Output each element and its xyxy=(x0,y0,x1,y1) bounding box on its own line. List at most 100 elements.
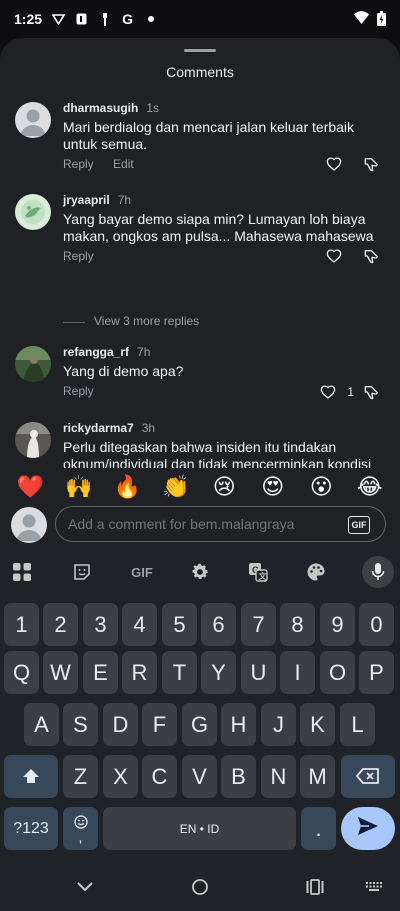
key-c[interactable]: C xyxy=(142,755,177,798)
emoji-wow-button[interactable]: 😮 xyxy=(305,474,337,500)
theme-palette-icon[interactable] xyxy=(302,558,330,586)
view-more-replies-button[interactable]: View 3 more replies xyxy=(94,314,199,328)
key-1[interactable]: 1 xyxy=(4,603,39,646)
key-0[interactable]: 0 xyxy=(359,603,394,646)
comments-sheet: Comments dharmasugih 1s Mari berdialog da… xyxy=(0,38,400,550)
avatar[interactable] xyxy=(15,346,51,382)
emoji-key[interactable]: , xyxy=(63,807,98,850)
like-heart-icon[interactable] xyxy=(326,156,342,172)
emoji-raised-hands-button[interactable]: 🙌 xyxy=(63,474,95,500)
key-l[interactable]: L xyxy=(340,703,375,746)
like-heart-icon[interactable] xyxy=(320,384,336,400)
comment-username[interactable]: refangga_rf xyxy=(63,345,129,359)
dislike-icon[interactable] xyxy=(364,384,380,400)
keyboard-toolbar: GIF G文 xyxy=(0,550,400,594)
period-key[interactable]: . xyxy=(301,807,336,850)
shift-key[interactable] xyxy=(4,755,58,798)
key-n[interactable]: N xyxy=(261,755,296,798)
comment-item: refangga_rf 7h Yang di demo apa? Reply 1 xyxy=(0,345,400,410)
keyboard-switcher-icon[interactable] xyxy=(363,876,385,898)
comment-age: 7h xyxy=(137,345,151,359)
like-count: 1 xyxy=(347,385,354,399)
reply-button[interactable]: Reply xyxy=(63,384,94,398)
key-5[interactable]: 5 xyxy=(162,603,197,646)
emoji-heart-eyes-button[interactable]: 😍 xyxy=(257,474,289,500)
key-q[interactable]: Q xyxy=(4,651,39,694)
emoji-clap-button[interactable]: 👏 xyxy=(160,474,192,500)
key-w[interactable]: W xyxy=(43,651,78,694)
like-heart-icon[interactable] xyxy=(326,248,342,264)
emoji-heart-button[interactable]: ❤️ xyxy=(14,474,46,500)
key-b[interactable]: B xyxy=(221,755,256,798)
key-j[interactable]: J xyxy=(261,703,296,746)
key-z[interactable]: Z xyxy=(63,755,98,798)
gif-button[interactable]: GIF xyxy=(348,516,370,534)
key-a[interactable]: A xyxy=(24,703,59,746)
space-key[interactable]: EN • ID xyxy=(103,807,296,850)
comment-input[interactable] xyxy=(55,506,386,542)
translate-icon[interactable]: G文 xyxy=(244,558,272,586)
emoji-fire-button[interactable]: 🔥 xyxy=(111,474,143,500)
key-v[interactable]: V xyxy=(182,755,217,798)
key-y[interactable]: Y xyxy=(201,651,236,694)
apps-grid-icon[interactable] xyxy=(8,558,36,586)
comment-username[interactable]: dharmasugih xyxy=(63,101,138,115)
voice-input-mic-icon[interactable] xyxy=(362,556,394,588)
vpn-icon xyxy=(52,13,66,26)
keyboard: GIF G文 1 2 3 4 5 6 7 8 9 0 Q W E R T Y U… xyxy=(0,550,400,861)
backspace-key[interactable] xyxy=(341,755,395,798)
settings-gear-icon[interactable] xyxy=(186,558,214,586)
comma-glyph: , xyxy=(78,829,83,845)
sheet-drag-handle[interactable] xyxy=(184,49,216,52)
reply-button[interactable]: Reply xyxy=(63,249,94,263)
key-8[interactable]: 8 xyxy=(280,603,315,646)
key-7[interactable]: 7 xyxy=(241,603,276,646)
key-m[interactable]: M xyxy=(300,755,335,798)
avatar[interactable] xyxy=(15,194,51,230)
key-x[interactable]: X xyxy=(103,755,138,798)
home-icon[interactable] xyxy=(189,876,211,898)
emoji-laughing-button[interactable]: 😂 xyxy=(354,474,386,500)
key-p[interactable]: P xyxy=(359,651,394,694)
send-arrow-icon xyxy=(357,816,379,842)
key-e[interactable]: E xyxy=(83,651,118,694)
key-3[interactable]: 3 xyxy=(83,603,118,646)
key-t[interactable]: T xyxy=(162,651,197,694)
key-6[interactable]: 6 xyxy=(201,603,236,646)
recents-icon[interactable] xyxy=(304,876,326,898)
comment-username[interactable]: rickydarma7 xyxy=(63,421,134,435)
comment-age: 1s xyxy=(146,101,160,115)
avatar[interactable] xyxy=(15,422,51,458)
key-d[interactable]: D xyxy=(103,703,138,746)
comment-item: jryaapril 7h Yang bayar demo siapa min? L… xyxy=(0,193,400,304)
send-key[interactable] xyxy=(341,807,395,850)
key-o[interactable]: O xyxy=(320,651,355,694)
key-h[interactable]: H xyxy=(221,703,256,746)
key-4[interactable]: 4 xyxy=(122,603,157,646)
key-2[interactable]: 2 xyxy=(43,603,78,646)
key-u[interactable]: U xyxy=(241,651,276,694)
symbols-key[interactable]: ?123 xyxy=(4,807,58,850)
dislike-icon[interactable] xyxy=(364,248,380,264)
gif-tool-button[interactable]: GIF xyxy=(126,558,158,586)
reply-button[interactable]: Reply xyxy=(63,157,94,171)
status-bar: 1:25 G xyxy=(0,0,400,38)
backspace-icon xyxy=(356,764,380,790)
emoji-crying-button[interactable]: 😢 xyxy=(208,474,240,500)
key-f[interactable]: F xyxy=(142,703,177,746)
key-k[interactable]: K xyxy=(300,703,335,746)
comment-username[interactable]: jryaapril xyxy=(63,193,110,207)
key-g[interactable]: G xyxy=(182,703,217,746)
my-avatar xyxy=(11,507,47,543)
avatar[interactable] xyxy=(15,102,51,138)
key-s[interactable]: S xyxy=(63,703,98,746)
comments-list[interactable]: dharmasugih 1s Mari berdialog dan mencari… xyxy=(0,98,400,468)
dislike-icon[interactable] xyxy=(364,156,380,172)
hide-keyboard-chevron-icon[interactable] xyxy=(74,876,96,898)
edit-button[interactable]: Edit xyxy=(113,157,134,171)
key-i[interactable]: I xyxy=(280,651,315,694)
sticker-icon[interactable] xyxy=(68,558,96,586)
key-r[interactable]: R xyxy=(122,651,157,694)
tool-icon xyxy=(98,12,111,26)
key-9[interactable]: 9 xyxy=(320,603,355,646)
